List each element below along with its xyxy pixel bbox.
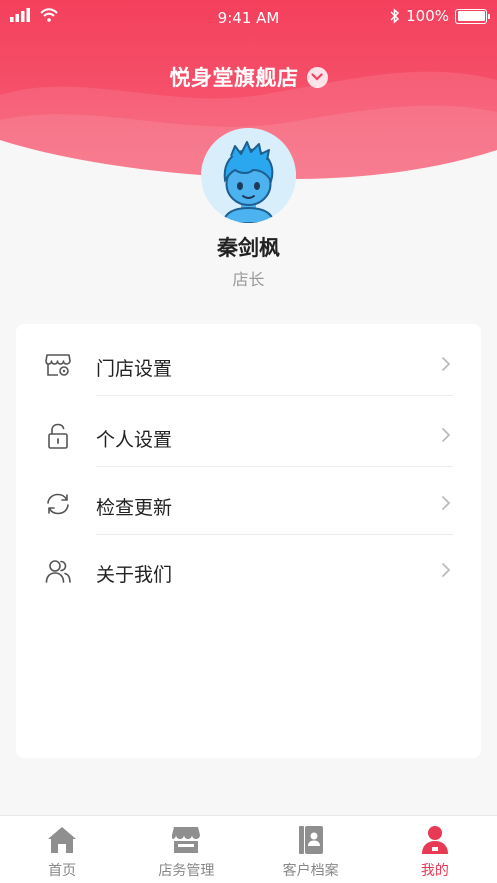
menu-label: 关于我们 bbox=[96, 564, 173, 586]
user-role: 店长 bbox=[232, 270, 265, 289]
tab-home[interactable]: 首页 bbox=[0, 816, 124, 883]
boy-avatar-icon bbox=[201, 128, 296, 223]
store-settings-icon bbox=[45, 354, 71, 376]
chevron-down-icon bbox=[306, 66, 328, 88]
battery-percent: 100% bbox=[406, 7, 449, 25]
avatar[interactable] bbox=[201, 128, 296, 223]
user-icon bbox=[421, 826, 448, 854]
chevron-right-icon bbox=[442, 563, 451, 577]
bottom-tab-bar: 首页 店务管理 客户档案 我的 bbox=[0, 815, 497, 883]
menu-item-check-update[interactable]: 检查更新 bbox=[16, 467, 481, 535]
status-bar: 9:41 AM 100% bbox=[0, 0, 497, 34]
menu-label: 个人设置 bbox=[96, 429, 173, 451]
user-name: 秦剑枫 bbox=[217, 236, 280, 260]
store-icon bbox=[172, 827, 201, 853]
bluetooth-icon bbox=[390, 8, 400, 24]
chevron-right-icon bbox=[442, 496, 451, 510]
menu-label: 检查更新 bbox=[96, 497, 173, 519]
menu-item-store-settings[interactable]: 门店设置 bbox=[16, 328, 481, 396]
users-icon bbox=[45, 560, 71, 583]
tab-label: 客户档案 bbox=[282, 863, 339, 879]
tab-label: 我的 bbox=[420, 863, 449, 879]
unlock-icon bbox=[48, 423, 68, 449]
settings-card: 门店设置 个人设置 检查更新 关于我们 bbox=[16, 324, 481, 758]
shop-selector[interactable]: 悦身堂旗舰店 bbox=[0, 62, 497, 92]
chevron-right-icon bbox=[442, 357, 451, 371]
tab-label: 首页 bbox=[48, 863, 77, 879]
menu-item-about-us[interactable]: 关于我们 bbox=[16, 534, 481, 602]
refresh-icon bbox=[47, 493, 69, 515]
home-icon bbox=[48, 827, 77, 853]
tab-mine[interactable]: 我的 bbox=[373, 816, 497, 883]
contacts-book-icon bbox=[298, 826, 323, 854]
tab-store-management[interactable]: 店务管理 bbox=[124, 816, 248, 883]
chevron-right-icon bbox=[442, 428, 451, 442]
tab-customer-records[interactable]: 客户档案 bbox=[249, 816, 373, 883]
divider bbox=[96, 395, 453, 396]
shop-name: 悦身堂旗舰店 bbox=[169, 66, 299, 90]
menu-label: 门店设置 bbox=[96, 358, 173, 380]
menu-item-personal-settings[interactable]: 个人设置 bbox=[16, 399, 481, 467]
battery-icon bbox=[455, 8, 490, 24]
tab-label: 店务管理 bbox=[158, 863, 215, 879]
